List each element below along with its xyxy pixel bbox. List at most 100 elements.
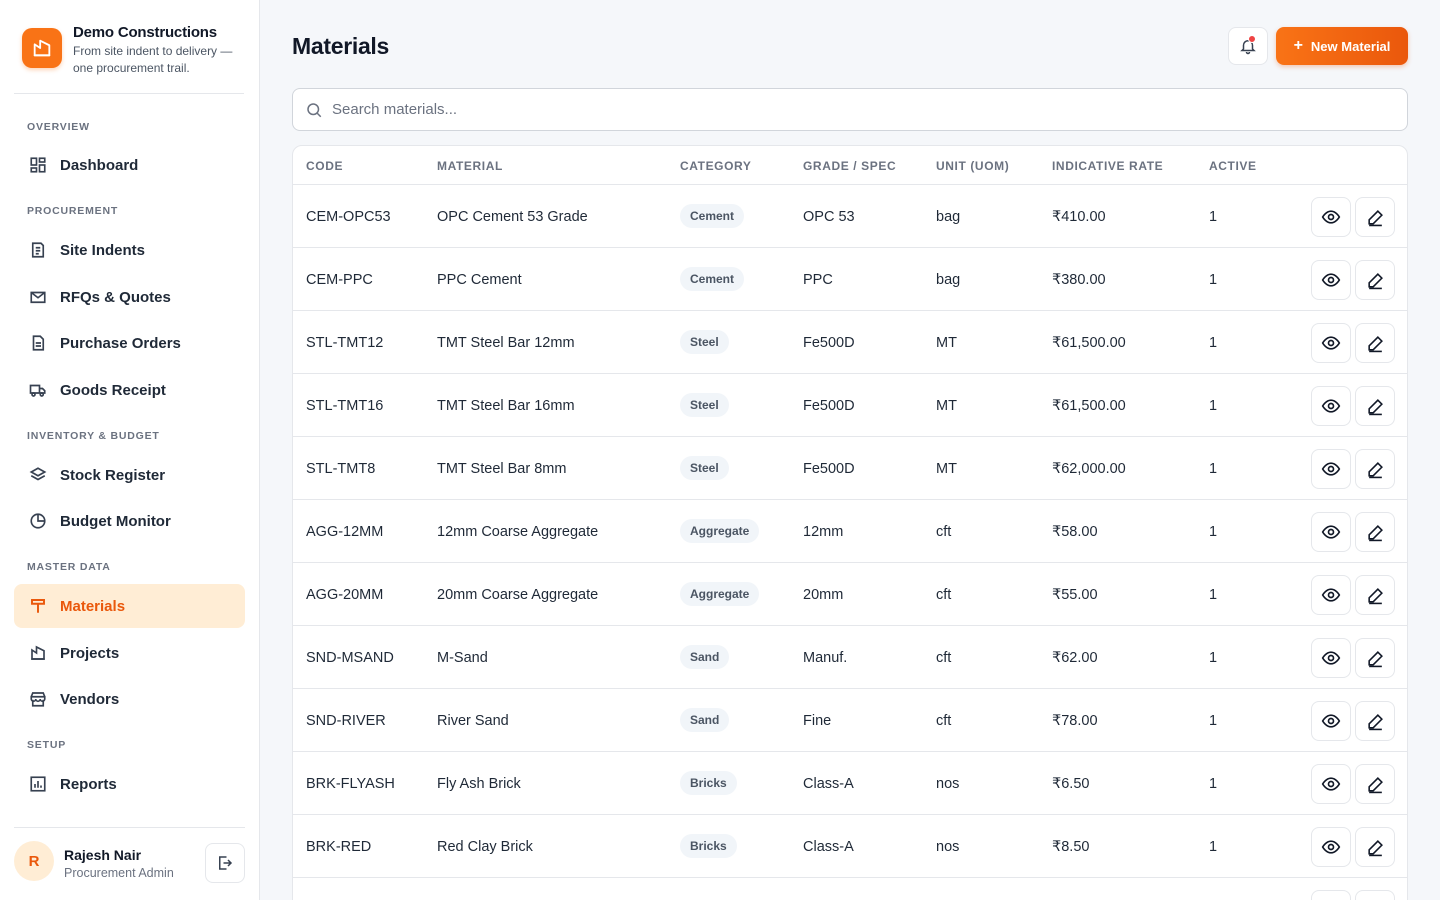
category-badge: Aggregate: [680, 582, 760, 606]
search-input[interactable]: [332, 101, 1372, 118]
cell-material: TMT Steel Bar 16mm: [437, 398, 575, 414]
edit-button[interactable]: [1355, 449, 1395, 489]
cell-unit: MT: [936, 461, 957, 477]
eye-icon: [1321, 585, 1341, 605]
new-material-button[interactable]: + New Material: [1276, 27, 1408, 65]
sidebar-item-label: Reports: [60, 775, 117, 793]
sidebar-item-label: Vendors: [60, 690, 120, 708]
pencil-icon: [1366, 397, 1385, 416]
view-button[interactable]: [1311, 764, 1351, 804]
sidebar-item-stock-register[interactable]: Stock Register: [14, 453, 245, 497]
logout-button[interactable]: [205, 843, 245, 883]
table-row: STL-TMT16 TMT Steel Bar 16mm Fe500D MT ₹61,5…: [293, 374, 1407, 437]
edit-button[interactable]: [1355, 512, 1395, 552]
view-button[interactable]: [1311, 260, 1351, 300]
table-row: CEM-OPC53 OPC Cement 53 Grade OPC 53 bag ₹41…: [293, 185, 1407, 248]
cell-code: CEM-PPC: [306, 272, 373, 288]
pencil-icon: [1366, 586, 1385, 605]
sidebar-item-vendors[interactable]: Vendors: [14, 677, 245, 721]
pencil-icon: [1366, 271, 1385, 290]
cell-code: AGG-20MM: [306, 587, 384, 603]
cell-active: 1: [1209, 461, 1218, 477]
cell-code: SND-RIVER: [306, 713, 386, 729]
view-button[interactable]: [1311, 323, 1351, 363]
table-row: STL-TMT12 TMT Steel Bar 12mm Fe500D MT ₹61,5…: [293, 311, 1407, 374]
edit-button[interactable]: [1355, 638, 1395, 678]
search-bar: [292, 88, 1408, 131]
cell-code: SND-MSAND: [306, 650, 394, 666]
cell-active: 1: [1209, 398, 1218, 414]
cell-material: Red Clay Brick: [437, 839, 533, 855]
eye-icon: [1321, 837, 1341, 857]
edit-button[interactable]: [1355, 386, 1395, 426]
cell-unit: cft: [936, 587, 952, 603]
sidebar-item-goods-receipt[interactable]: Goods Receipt: [14, 368, 245, 412]
sidebar-item-label: Budget Monitor: [60, 512, 171, 530]
sidebar-item-label: RFQs & Quotes: [60, 288, 171, 306]
edit-button[interactable]: [1355, 323, 1395, 363]
category-badge: Cement: [680, 204, 745, 228]
view-button[interactable]: [1311, 701, 1351, 741]
notifications-button[interactable]: [1228, 27, 1268, 65]
eye-icon: [1321, 522, 1341, 542]
table-row-partial: [293, 878, 1407, 900]
column-header-category: CATEGORY: [680, 159, 752, 173]
cell-rate: ₹62.00: [1052, 650, 1098, 666]
column-header-rate: INDICATIVE RATE: [1052, 159, 1164, 173]
sidebar-item-projects[interactable]: Projects: [14, 631, 245, 675]
cell-rate: ₹8.50: [1052, 839, 1090, 855]
edit-button[interactable]: [1355, 575, 1395, 615]
view-button[interactable]: [1311, 827, 1351, 867]
cell-grade: Class-A: [803, 776, 854, 792]
hammer-icon: [28, 596, 48, 616]
edit-button[interactable]: [1355, 701, 1395, 741]
table-row: STL-TMT8 TMT Steel Bar 8mm Fe500D MT ₹62,000…: [293, 437, 1407, 500]
sidebar-item-dashboard[interactable]: Dashboard: [14, 143, 245, 187]
view-button[interactable]: [1311, 197, 1351, 237]
sidebar-item-label: Materials: [60, 597, 126, 615]
table-row: BRK-RED Red Clay Brick Class-A nos ₹8.50 1 Bri…: [293, 815, 1407, 878]
cell-active: 1: [1209, 713, 1218, 729]
edit-button[interactable]: [1355, 827, 1395, 867]
sidebar-item-label: Stock Register: [60, 466, 166, 484]
column-header-unit: UNIT (UOM): [936, 159, 1010, 173]
eye-icon: [1321, 207, 1341, 227]
edit-button[interactable]: [1355, 197, 1395, 237]
view-button[interactable]: [1311, 575, 1351, 615]
sidebar-item-rfqs[interactable]: RFQs & Quotes: [14, 275, 245, 319]
eye-icon: [1321, 711, 1341, 731]
category-badge: Steel: [680, 393, 729, 417]
sidebar-item-label: Purchase Orders: [60, 334, 181, 352]
cell-grade: 12mm: [803, 524, 844, 540]
category-badge: Sand: [680, 708, 730, 732]
sidebar-item-reports[interactable]: Reports: [14, 762, 245, 806]
bar-chart-icon: [28, 774, 48, 794]
sidebar-item-label: Site Indents: [60, 241, 146, 259]
cell-material: M-Sand: [437, 650, 488, 666]
view-button[interactable]: [1311, 638, 1351, 678]
cell-code: STL-TMT16: [306, 398, 384, 414]
edit-button[interactable]: [1355, 260, 1395, 300]
eye-icon: [1321, 270, 1341, 290]
column-header-code: CODE: [306, 159, 344, 173]
view-button[interactable]: [1311, 386, 1351, 426]
materials-table: CODE MATERIAL CATEGORY GRADE / SPEC UNIT…: [292, 145, 1408, 900]
sidebar-item-site-indents[interactable]: Site Indents: [14, 228, 245, 272]
logout-icon: [216, 854, 234, 872]
cell-code: AGG-12MM: [306, 524, 384, 540]
view-button[interactable]: [1311, 890, 1351, 900]
view-button[interactable]: [1311, 449, 1351, 489]
cell-unit: nos: [936, 839, 960, 855]
cell-material: PPC Cement: [437, 272, 522, 288]
sidebar-item-purchase-orders[interactable]: Purchase Orders: [14, 321, 245, 365]
nav-section-overview: OVERVIEW: [27, 121, 90, 133]
sidebar-item-budget-monitor[interactable]: Budget Monitor: [14, 499, 245, 543]
edit-button[interactable]: [1355, 890, 1395, 900]
view-button[interactable]: [1311, 512, 1351, 552]
sidebar-item-materials[interactable]: Materials: [14, 584, 245, 628]
edit-button[interactable]: [1355, 764, 1395, 804]
sidebar: Demo Constructions From site indent to d…: [0, 0, 260, 900]
layers-icon: [28, 465, 48, 485]
table-row: CEM-PPC PPC Cement PPC bag ₹380.00 1 Cement: [293, 248, 1407, 311]
dashboard-icon: [28, 155, 48, 175]
